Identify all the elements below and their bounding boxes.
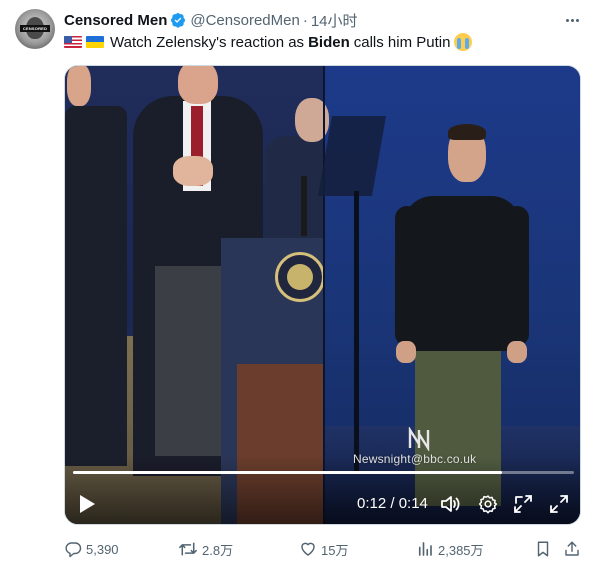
avatar[interactable]: CENSORED	[15, 9, 55, 49]
volume-icon[interactable]	[439, 492, 463, 516]
view-count: 2,385万	[438, 542, 484, 558]
views-button[interactable]: 2,385万	[416, 538, 484, 560]
reply-count: 5,390	[86, 541, 119, 557]
bookmark-icon	[534, 540, 552, 558]
retweet-icon	[178, 540, 198, 558]
video-player[interactable]: Newsnight@bbc.co.uk 0:12 / 0:14	[64, 65, 581, 525]
reply-button[interactable]: 5,390	[64, 538, 119, 560]
person-left-head	[67, 66, 91, 106]
fullscreen-icon[interactable]	[547, 492, 571, 516]
share-icon	[563, 540, 581, 558]
presidential-seal-emblem	[287, 264, 313, 290]
teleprompter-stand	[354, 191, 359, 471]
settings-gear-icon[interactable]	[476, 492, 500, 516]
retweet-button[interactable]: 2.8万	[178, 538, 233, 560]
zelensky-hand-right	[507, 341, 527, 363]
retweet-count: 2.8万	[202, 542, 234, 558]
microphone	[301, 176, 307, 236]
avatar-censored-bar: CENSORED	[20, 25, 50, 32]
bookmark-button[interactable]	[534, 538, 552, 560]
tweet-text-after: calls him Putin	[353, 33, 451, 51]
like-count: 15万	[321, 542, 349, 558]
tweet-text-before: Watch Zelensky's reaction as	[110, 33, 305, 51]
tweet-actions: 5,390 2.8万 15万 2,385万	[64, 538, 581, 560]
reply-icon	[64, 540, 82, 558]
video-progress-bar[interactable]	[73, 471, 574, 474]
display-name[interactable]: Censored Men	[64, 12, 167, 29]
separator-dot: ·	[302, 11, 308, 29]
share-button[interactable]	[563, 538, 581, 560]
heart-icon	[299, 540, 317, 558]
crying-face-icon	[454, 33, 473, 51]
video-time: 0:12 / 0:14	[357, 495, 428, 512]
person-left-edge	[65, 106, 127, 466]
zelensky-body	[403, 196, 521, 351]
us-flag-icon	[64, 36, 82, 48]
minimize-icon[interactable]	[511, 492, 535, 516]
like-button[interactable]: 15万	[299, 538, 348, 560]
verified-badge-icon[interactable]	[170, 12, 186, 28]
tweet-text: Watch Zelensky's reaction as Biden calls…	[64, 32, 473, 52]
tweet-header: Censored Men @CensoredMen · 14小时	[64, 10, 358, 30]
video-progress-fill	[73, 471, 503, 474]
views-chart-icon	[416, 540, 434, 558]
play-icon[interactable]	[75, 492, 99, 516]
zelensky-hair	[448, 124, 486, 140]
more-options-icon[interactable]	[563, 12, 581, 28]
zelensky-hand-left	[396, 341, 416, 363]
person-clapping-head	[178, 66, 218, 104]
user-handle[interactable]: @CensoredMen	[190, 12, 299, 29]
controls-overlay	[65, 456, 580, 524]
tweet-text-bold: Biden	[308, 33, 350, 51]
tweet: CENSORED Censored Men @CensoredMen · 14小…	[0, 0, 590, 571]
newsnight-logo-icon	[407, 425, 431, 453]
person-clapping-hands	[173, 156, 213, 186]
ukraine-flag-icon	[86, 36, 104, 48]
timestamp[interactable]: 14小时	[311, 10, 358, 31]
